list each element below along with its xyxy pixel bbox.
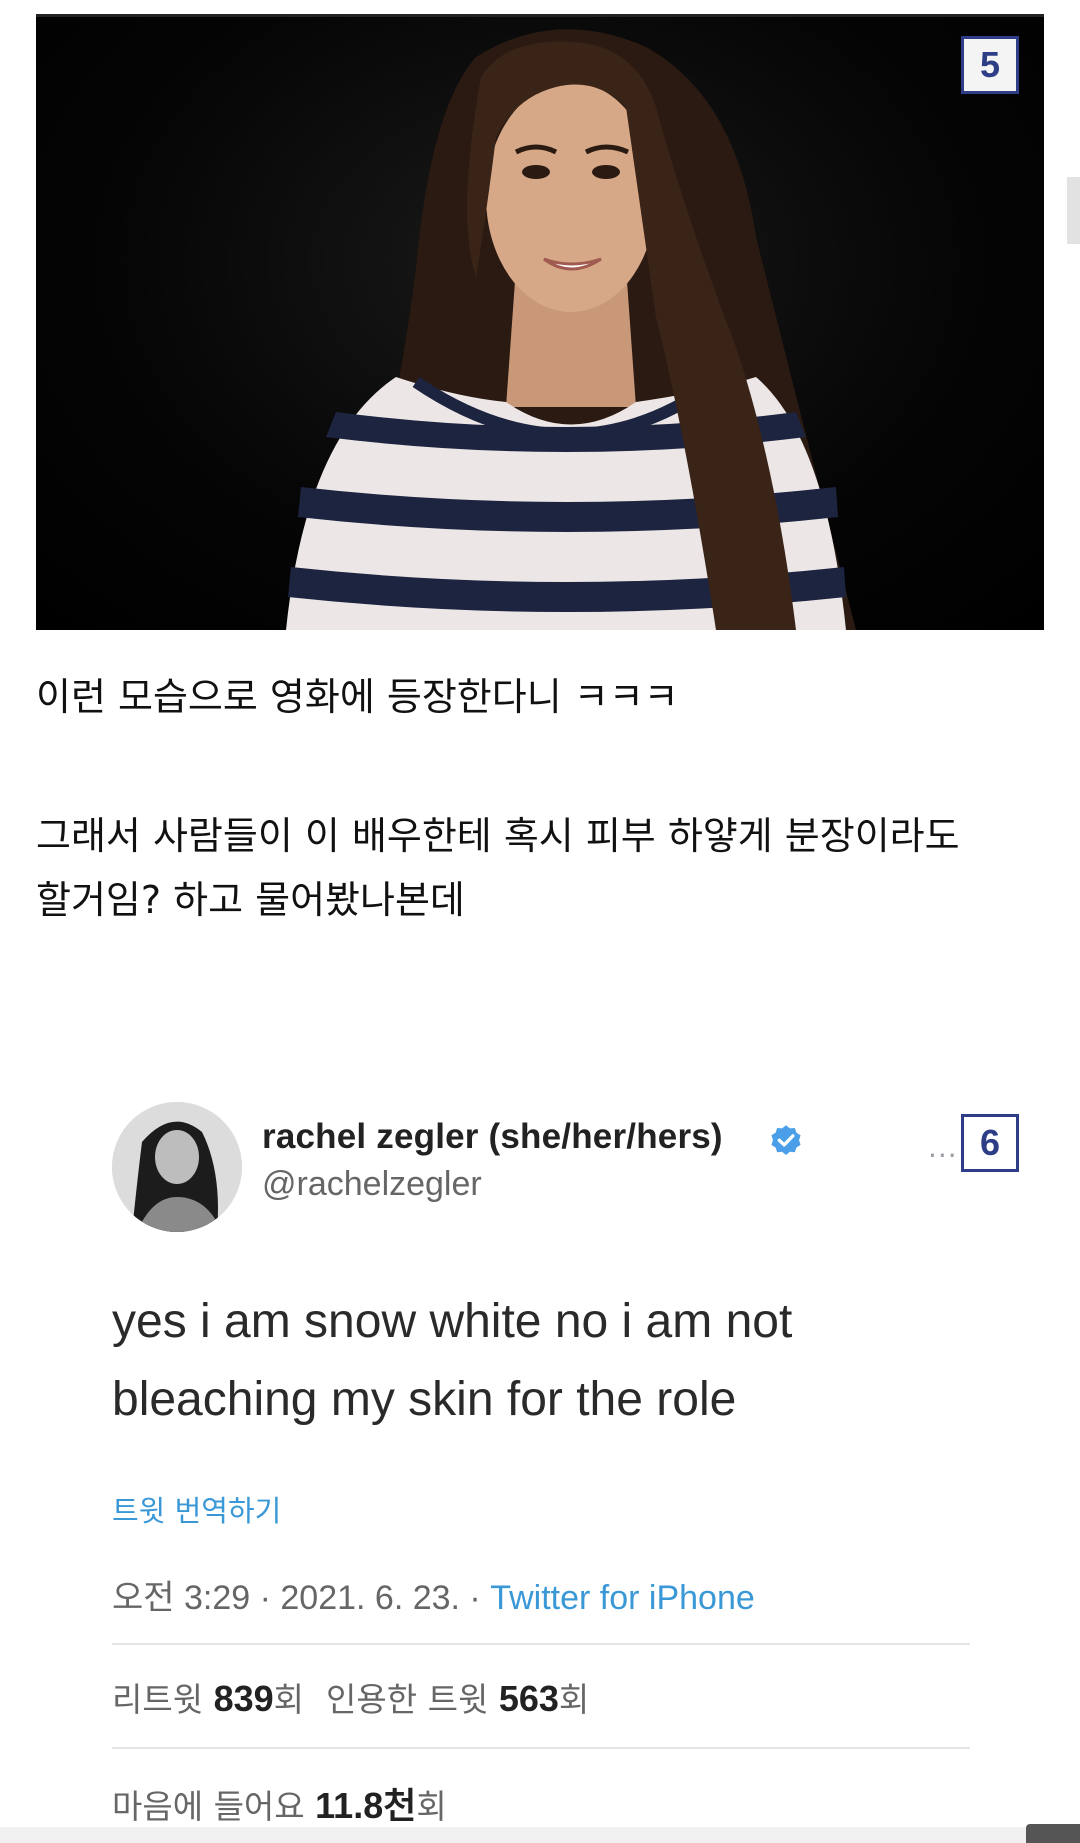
avatar[interactable] [112,1102,242,1232]
tweet-text: yes i am snow white no i am not bleaching… [112,1283,972,1439]
retweets-count[interactable]: 839 [214,1678,274,1719]
post-paragraph-2-line-2: 할거임? 하고 물어봤나본데 [36,878,465,922]
image-number-badge: 5 [961,36,1019,94]
tweet-meta: 오전 3:29 · 2021. 6. 23. · Twitter for iPh… [112,1570,755,1619]
bottom-toolbar [0,1827,1080,1843]
retweets-label: 리트윗 [112,1680,214,1719]
quotes-count[interactable]: 563 [499,1678,559,1719]
retweets-unit: 회 [273,1680,305,1719]
tweet-source-link[interactable]: Twitter for iPhone [490,1579,755,1617]
post-paragraph-1: 이런 모습으로 영화에 등장한다니 ㅋㅋㅋ [36,675,679,719]
quotes-label: 인용한 트윗 [326,1680,499,1719]
tweet-timestamp[interactable]: 오전 3:29 · 2021. 6. 23. · [112,1579,490,1617]
likes-stats: 마음에 들어요 11.8천회 [112,1777,447,1829]
quotes-unit: 회 [558,1680,590,1719]
verified-badge-icon [771,1125,801,1155]
portrait-illustration [286,29,856,630]
user-handle[interactable]: @rachelzegler [262,1165,482,1204]
tweet-text-line-1: yes i am snow white no i am not [112,1295,793,1348]
tweet-text-line-2: bleaching my skin for the role [112,1373,737,1426]
likes-count[interactable]: 11.8천 [315,1785,416,1826]
post-paragraph-2: 그래서 사람들이 이 배우한테 혹시 피부 하얗게 분장이라도할거임? 하고 물… [36,804,1036,932]
retweet-stats: 리트윗 839회 인용한 트윗 563회 [112,1673,589,1721]
post-paragraph-2-line-1: 그래서 사람들이 이 배우한테 혹시 피부 하얗게 분장이라도 [36,814,960,858]
side-scroll-tab[interactable] [1067,177,1080,244]
display-name[interactable]: rachel zegler (she/her/hers) [262,1117,723,1157]
translate-tweet-link[interactable]: 트윗 번역하기 [112,1488,281,1530]
image-number-badge: 6 [961,1114,1019,1172]
divider [112,1643,970,1645]
divider [112,1747,970,1749]
bottom-corner-button[interactable] [1026,1824,1080,1843]
portrait-photo [36,17,1044,630]
tweet-card: rachel zegler (she/her/hers) @rachelzegl… [0,1095,1080,1843]
likes-unit: 회 [416,1787,447,1826]
more-dots-icon[interactable]: ··· [928,1139,958,1172]
likes-label: 마음에 들어요 [112,1787,316,1826]
avatar-image [112,1102,242,1232]
